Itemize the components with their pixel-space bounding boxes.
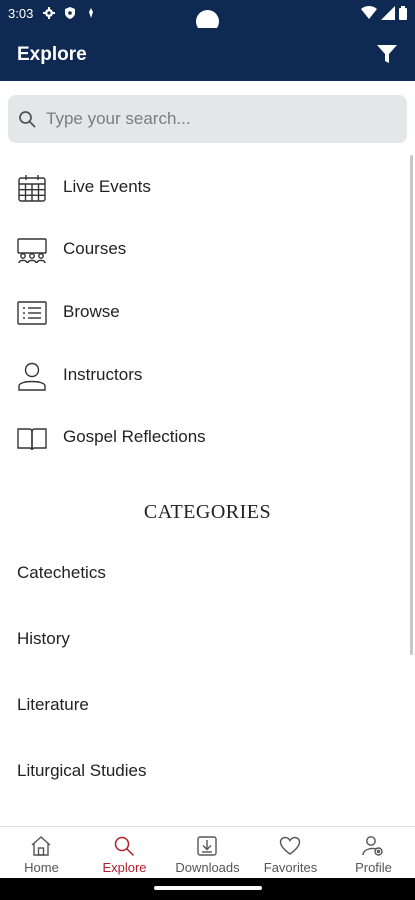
app-bar: Explore: [0, 28, 415, 81]
search-icon: [114, 836, 134, 856]
nav-label: Downloads: [175, 860, 240, 875]
menu-label: Live Events: [63, 177, 151, 196]
category-label: Liturgical Studies: [17, 761, 147, 780]
home-gesture-bar[interactable]: [154, 886, 262, 890]
status-time: 3:03: [8, 6, 34, 21]
signal-icon: [381, 6, 395, 20]
nav-label: Favorites: [263, 860, 318, 875]
scrollbar[interactable]: [410, 155, 413, 655]
list-icon: [17, 301, 47, 325]
profile-settings-icon: [362, 836, 383, 856]
category-item[interactable]: Literature: [0, 675, 405, 735]
nav-tab-explore[interactable]: Explore: [83, 827, 166, 879]
category-item[interactable]: Liturgical Studies: [0, 741, 405, 801]
download-icon: [197, 836, 217, 856]
category-label: Literature: [17, 695, 89, 714]
gesture-navigation-area: [0, 878, 415, 900]
menu-item-courses[interactable]: Courses: [0, 219, 405, 281]
category-item[interactable]: History: [0, 609, 405, 669]
wifi-icon: [361, 6, 377, 19]
gear-icon: [43, 7, 55, 19]
menu-item-gospel-reflections[interactable]: Gospel Reflections: [0, 407, 405, 469]
menu-item-browse[interactable]: Browse: [0, 282, 405, 344]
search-bar[interactable]: [8, 95, 407, 143]
battery-icon: [399, 6, 407, 20]
page-title: Explore: [17, 44, 87, 65]
calendar-icon: [18, 175, 46, 202]
filter-icon[interactable]: [375, 42, 399, 66]
person-icon: [18, 362, 46, 391]
classroom-icon: [17, 238, 47, 264]
book-icon: [17, 428, 47, 451]
home-icon: [31, 836, 51, 856]
menu-item-live-events[interactable]: Live Events: [0, 157, 405, 219]
bottom-navigation: Home Explore Downloads Favorites Profile: [0, 826, 415, 878]
status-system-icons: [361, 6, 407, 20]
menu-label: Browse: [63, 302, 120, 321]
menu-item-instructors[interactable]: Instructors: [0, 345, 405, 407]
menu-label: Courses: [63, 239, 127, 258]
nav-tab-profile[interactable]: Profile: [332, 827, 415, 879]
location-icon: [89, 8, 93, 18]
shield-icon: [65, 7, 75, 19]
nav-tab-favorites[interactable]: Favorites: [249, 827, 332, 879]
menu-label: Instructors: [63, 365, 143, 384]
category-item[interactable]: Catechetics: [0, 543, 405, 603]
categories-heading: CATEGORIES: [143, 501, 272, 523]
nav-label: Explore: [102, 860, 147, 875]
status-notification-icons: [43, 7, 97, 19]
category-label: Catechetics: [17, 563, 106, 582]
heart-icon: [279, 836, 301, 855]
nav-tab-home[interactable]: Home: [0, 827, 83, 879]
menu-label: Gospel Reflections: [63, 427, 206, 446]
nav-tab-downloads[interactable]: Downloads: [166, 827, 249, 879]
nav-label: Home: [24, 860, 59, 875]
nav-label: Profile: [355, 860, 392, 875]
search-icon: [19, 111, 36, 128]
status-bar: 3:03: [0, 0, 415, 33]
category-label: History: [17, 629, 70, 648]
search-input[interactable]: [46, 95, 396, 143]
